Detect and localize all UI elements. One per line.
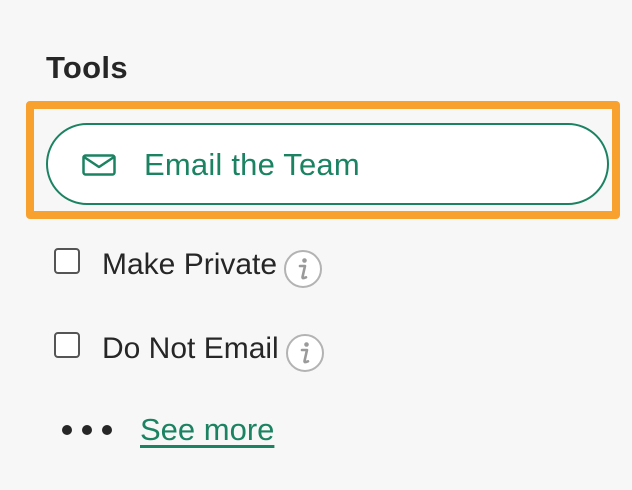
- email-team-label: Email the Team: [144, 147, 360, 182]
- see-more-link[interactable]: See more: [140, 412, 274, 448]
- info-icon[interactable]: [283, 249, 323, 289]
- ellipsis-icon[interactable]: [60, 423, 120, 437]
- mail-icon: [82, 154, 116, 176]
- do-not-email-label[interactable]: Do Not Email: [102, 332, 279, 366]
- do-not-email-option: Do Not Email: [54, 329, 325, 372]
- info-icon[interactable]: [285, 333, 325, 373]
- make-private-option: Make Private: [54, 245, 323, 288]
- tools-heading: Tools: [46, 50, 128, 85]
- email-team-button[interactable]: Email the Team: [46, 123, 609, 205]
- do-not-email-checkbox[interactable]: [54, 332, 80, 358]
- make-private-checkbox[interactable]: [54, 248, 80, 274]
- make-private-label[interactable]: Make Private: [102, 248, 277, 282]
- tools-panel: Tools Email the Team Make Private Do Not…: [0, 0, 632, 490]
- see-more-row: See more: [60, 410, 274, 450]
